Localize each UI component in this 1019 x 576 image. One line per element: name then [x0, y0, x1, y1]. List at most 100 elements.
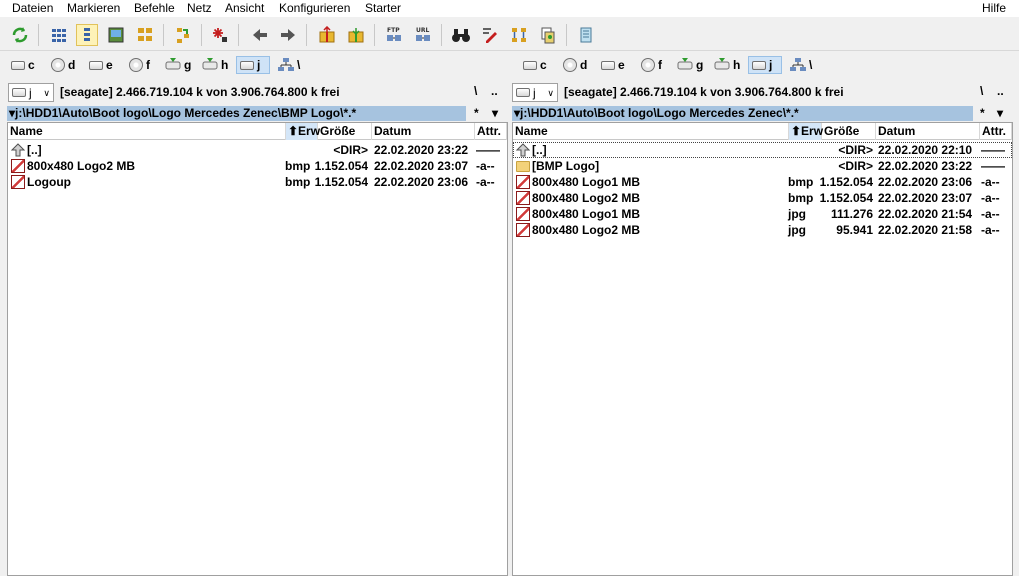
col-ext[interactable]: ⬆Erw	[286, 123, 320, 140]
parent-dir-button-right[interactable]: ..	[997, 84, 1004, 98]
file-row[interactable]: Logoup bmp 1.152.054 22.02.2020 23:06 -a--	[8, 174, 507, 190]
cd-drive-icon	[129, 58, 143, 72]
file-date: 22.02.2020 23:22	[374, 143, 469, 157]
drive-button-h[interactable]: h	[711, 56, 741, 74]
chevron-down-icon: ∨	[547, 88, 554, 98]
full-view-icon[interactable]	[76, 24, 98, 46]
file-row[interactable]: 800x480 Logo1 MB bmp 1.152.054 22.02.2020 2…	[513, 174, 1012, 190]
file-date: 22.02.2020 23:22	[878, 159, 973, 173]
col-name[interactable]: Name	[513, 123, 789, 140]
col-name[interactable]: Name	[8, 123, 286, 140]
drive-button-g[interactable]: g	[674, 56, 704, 74]
col-attr[interactable]: Attr.	[475, 123, 507, 140]
path-bar-right[interactable]: ▾j:\HDD1\Auto\Boot logo\Logo Mercedes Ze…	[512, 106, 973, 121]
root-dir-button-right[interactable]: \	[980, 84, 983, 98]
menu-hilfe[interactable]: Hilfe	[982, 1, 1006, 15]
drive-button-j[interactable]: j	[748, 56, 782, 74]
file-row[interactable]: 800x480 Logo2 MB jpg 95.941 22.02.2020 21:5…	[513, 222, 1012, 238]
tree-view-icon[interactable]	[134, 24, 156, 46]
toolbar-separator	[374, 24, 375, 46]
cd-drive-icon	[563, 58, 577, 72]
drive-letter: c	[540, 58, 547, 72]
history-dropdown-left[interactable]: ▾	[492, 106, 498, 121]
refresh-icon[interactable]	[9, 24, 31, 46]
drive-button-network[interactable]: \	[787, 56, 817, 74]
file-row[interactable]: [BMP Logo] <DIR> 22.02.2020 23:22 ——	[513, 158, 1012, 174]
invert-selection-icon[interactable]	[172, 24, 194, 46]
search-binoculars-icon[interactable]	[450, 24, 472, 46]
path-bar-left[interactable]: ▾j:\HDD1\Auto\Boot logo\Logo Mercedes Ze…	[7, 106, 466, 121]
col-size[interactable]: Größe	[318, 123, 372, 140]
parent-dir-button-left[interactable]: ..	[491, 84, 498, 98]
history-dropdown-right[interactable]: ▾	[997, 106, 1003, 121]
file-row[interactable]: [..] <DIR> 22.02.2020 22:10 ——	[513, 142, 1012, 158]
multi-rename-icon[interactable]	[479, 24, 501, 46]
drive-button-d[interactable]: d	[48, 56, 78, 74]
file-row[interactable]: 800x480 Logo2 MB bmp 1.152.054 22.02.2020 2…	[513, 190, 1012, 206]
drive-button-network[interactable]: \	[275, 56, 305, 74]
drive-button-f[interactable]: f	[638, 56, 668, 74]
toolbar-separator	[38, 24, 39, 46]
menu-ansicht[interactable]: Ansicht	[225, 1, 264, 15]
drive-button-g[interactable]: g	[162, 56, 192, 74]
network-drive-icon	[677, 58, 693, 72]
toolbar-separator	[441, 24, 442, 46]
forward-arrow-icon[interactable]	[277, 24, 299, 46]
drive-letter: e	[618, 58, 625, 72]
pack-files-icon[interactable]	[316, 24, 338, 46]
notepad-icon[interactable]	[575, 24, 597, 46]
col-date[interactable]: Datum	[876, 123, 980, 140]
ftp-icon[interactable]: FTP	[383, 24, 405, 46]
brief-view-icon[interactable]	[48, 24, 70, 46]
thumbnail-view-icon[interactable]	[105, 24, 127, 46]
drive-select-left[interactable]: j ∨	[8, 83, 54, 102]
select-all-icon[interactable]	[209, 24, 231, 46]
cd-drive-icon	[51, 58, 65, 72]
chevron-down-icon: ∨	[43, 88, 50, 98]
column-header-right: Name ⬆Erw Größe Datum Attr.	[513, 123, 1012, 140]
file-row[interactable]: 800x480 Logo2 MB bmp 1.152.054 22.02.2020 2…	[8, 158, 507, 174]
file-attr: -a--	[476, 175, 495, 189]
drive-button-j[interactable]: j	[236, 56, 270, 74]
drive-select-right[interactable]: j ∨	[512, 83, 558, 102]
col-ext[interactable]: ⬆Erw	[789, 123, 823, 140]
url-icon[interactable]: URL	[412, 24, 434, 46]
drive-letter: d	[580, 58, 588, 72]
drive-button-c[interactable]: c	[520, 56, 550, 74]
filter-star-left[interactable]: *	[474, 106, 479, 121]
menu-markieren[interactable]: Markieren	[67, 1, 120, 15]
menu-befehle[interactable]: Befehle	[134, 1, 175, 15]
file-panel-right[interactable]: Name ⬆Erw Größe Datum Attr. [..] <DIR> 22.…	[512, 122, 1013, 576]
drive-button-f[interactable]: f	[126, 56, 156, 74]
file-date: 22.02.2020 21:54	[878, 207, 973, 221]
menu-starter[interactable]: Starter	[365, 1, 401, 15]
back-arrow-icon[interactable]	[249, 24, 271, 46]
file-panel-left[interactable]: Name ⬆Erw Größe Datum Attr. [..] <DIR> 22.…	[7, 122, 508, 576]
menu-netz[interactable]: Netz	[187, 1, 212, 15]
col-attr[interactable]: Attr.	[980, 123, 1012, 140]
hard-disk-icon	[11, 60, 25, 70]
drive-button-e[interactable]: e	[598, 56, 628, 74]
drive-bar-left: c d e f g h j \	[0, 53, 508, 77]
file-row[interactable]: 800x480 Logo1 MB jpg 111.276 22.02.2020 21:…	[513, 206, 1012, 222]
file-size: 1.152.054	[819, 191, 873, 205]
folder-icon	[516, 161, 530, 172]
column-header-left: Name ⬆Erw Größe Datum Attr.	[8, 123, 507, 140]
toolbar-separator	[201, 24, 202, 46]
drive-button-d[interactable]: d	[560, 56, 590, 74]
menu-konfigurieren[interactable]: Konfigurieren	[279, 1, 350, 15]
col-date[interactable]: Datum	[372, 123, 475, 140]
menu-dateien[interactable]: Dateien	[12, 1, 53, 15]
drive-button-e[interactable]: e	[86, 56, 116, 74]
unpack-files-icon[interactable]	[345, 24, 367, 46]
drive-button-h[interactable]: h	[199, 56, 229, 74]
drive-letter: f	[146, 58, 150, 72]
filter-star-right[interactable]: *	[980, 106, 985, 121]
drive-button-c[interactable]: c	[8, 56, 38, 74]
image-file-icon	[11, 159, 25, 173]
compare-files-icon[interactable]	[537, 24, 559, 46]
file-row[interactable]: [..] <DIR> 22.02.2020 23:22 ——	[8, 142, 507, 158]
root-dir-button-left[interactable]: \	[474, 84, 477, 98]
col-size[interactable]: Größe	[822, 123, 876, 140]
sync-dirs-icon[interactable]	[508, 24, 530, 46]
